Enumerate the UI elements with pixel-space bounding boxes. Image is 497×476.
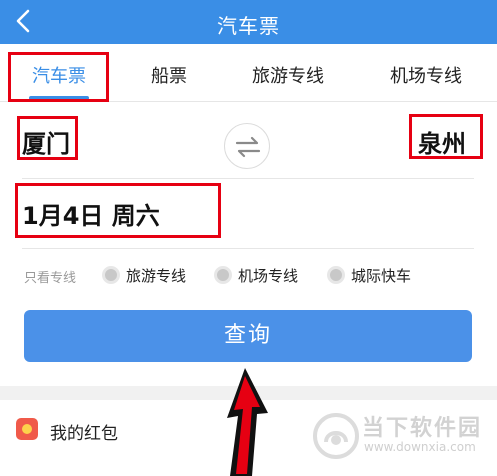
watermark-logo-icon — [312, 412, 360, 460]
tab-ferry-ticket[interactable]: 船票 — [149, 62, 189, 88]
swap-cities-button[interactable] — [224, 123, 270, 169]
section-separator — [0, 386, 497, 400]
date-divider — [22, 248, 474, 249]
route-divider — [22, 178, 474, 179]
red-packet-icon — [16, 418, 38, 440]
highlight-box-from-city — [17, 116, 78, 160]
my-red-packet-link[interactable]: 我的红包 — [50, 419, 118, 444]
radio-circle-icon — [214, 266, 232, 284]
radio-circle-icon — [327, 266, 345, 284]
highlight-box-date — [15, 183, 221, 238]
tab-tourist-line[interactable]: 旅游专线 — [248, 62, 328, 88]
radio-label: 城际快车 — [351, 267, 412, 285]
filter-label: 只看专线 — [24, 271, 77, 286]
radio-label: 旅游专线 — [126, 267, 187, 285]
app-header: 汽车票 — [0, 0, 497, 44]
highlight-box-bus-tab — [8, 52, 109, 102]
query-button[interactable]: 查询 — [24, 310, 472, 362]
radio-circle-icon — [102, 266, 120, 284]
highlight-box-to-city — [409, 114, 483, 159]
page-title: 汽车票 — [217, 14, 280, 38]
watermark-title: 当下软件园 — [362, 416, 483, 441]
radio-label: 机场专线 — [238, 267, 299, 285]
watermark-url: www.downxia.com — [364, 440, 476, 454]
tab-airport-line[interactable]: 机场专线 — [386, 62, 466, 88]
